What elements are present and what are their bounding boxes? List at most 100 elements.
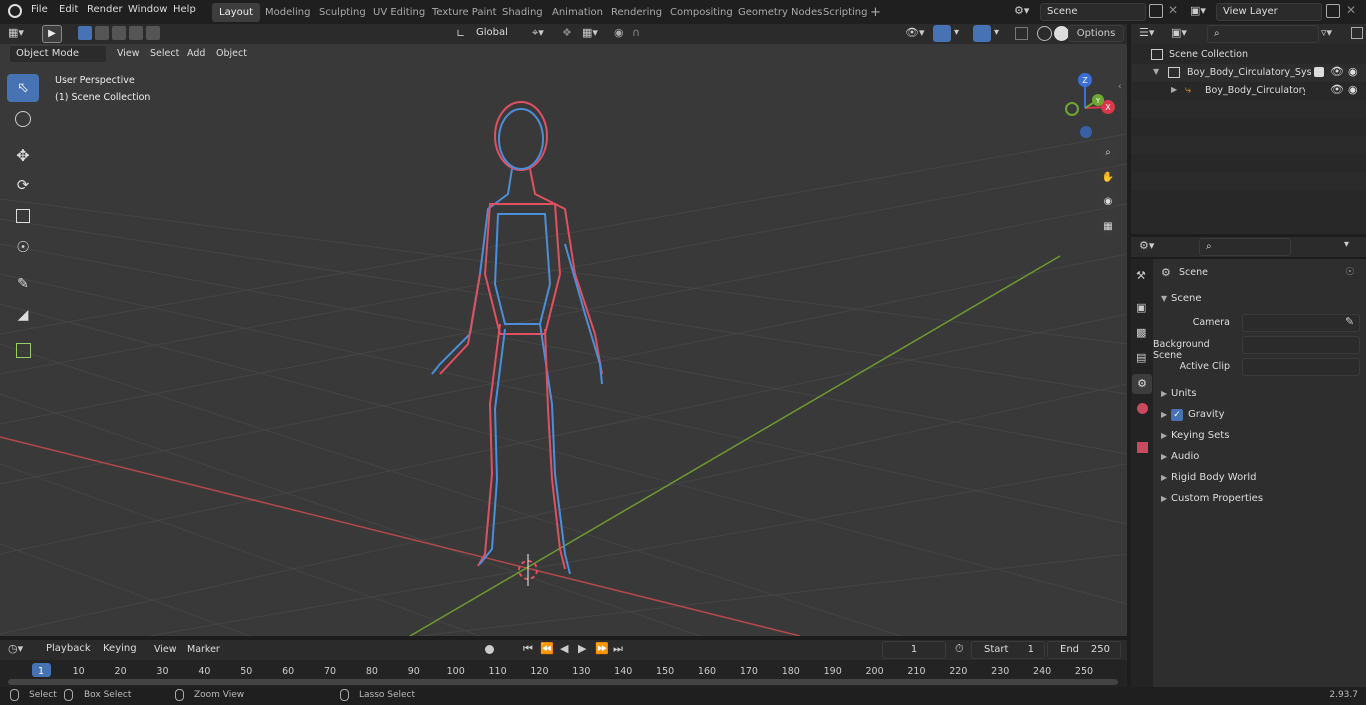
expand-right-icon[interactable]: ▶ [1171, 85, 1177, 94]
select-box-tool[interactable]: ⬁ [7, 74, 39, 102]
overlays-dropdown-icon[interactable]: ▾ [994, 27, 999, 38]
menu-marker[interactable]: Marker [187, 644, 220, 655]
active-clip-field[interactable] [1242, 358, 1360, 376]
scene-tab-icon[interactable]: ⚙ [1132, 374, 1152, 394]
menu-help[interactable]: Help [173, 4, 196, 15]
scene-section-header[interactable]: ▼ Scene [1153, 289, 1366, 309]
record-icon[interactable] [485, 645, 494, 654]
scene-name-field[interactable]: Scene [1040, 3, 1146, 21]
options-button[interactable]: Options [1068, 25, 1124, 42]
zoom-icon[interactable]: ⌕ [1097, 141, 1119, 163]
tab-layout[interactable]: Layout [212, 3, 260, 22]
menu-keying[interactable]: Keying [97, 641, 147, 659]
pin-icon[interactable]: ☉ [1345, 265, 1355, 278]
new-scene-icon[interactable] [1149, 4, 1163, 18]
background-scene-field[interactable] [1242, 336, 1360, 354]
texture-tab-icon[interactable] [1137, 442, 1148, 453]
tab-geometry-nodes[interactable]: Geometry Nodes [731, 3, 829, 22]
expand-down-icon[interactable]: ▼ [1153, 67, 1159, 76]
new-view-layer-icon[interactable] [1326, 4, 1340, 18]
outliner-row-scene-collection[interactable]: Scene Collection [1131, 46, 1366, 64]
eye-icon[interactable]: 👁 [1330, 83, 1344, 96]
properties-options-icon[interactable]: ▾ [1344, 239, 1349, 250]
measure-tool[interactable]: ◢ [7, 301, 39, 329]
panel-rigid-body-world[interactable]: ▶ Rigid Body World [1155, 468, 1364, 488]
properties-editor-icon[interactable]: ⚙▾ [1139, 239, 1154, 252]
camera-render-icon[interactable]: ◉ [1348, 65, 1358, 78]
view-layer-icon[interactable]: ▣▾ [1190, 4, 1214, 20]
pivot-point-icon[interactable]: ⌖▾ [532, 26, 544, 40]
ortho-grid-icon[interactable]: ▦ [1097, 215, 1119, 237]
tab-uv-editing[interactable]: UV Editing [366, 3, 432, 22]
annotate-tool[interactable]: ✎ [7, 270, 39, 298]
proportional-falloff-icon[interactable]: ∩ [632, 26, 640, 39]
exclude-checkbox[interactable] [1314, 67, 1324, 77]
menu-select[interactable]: Select [150, 48, 179, 59]
camera-view-icon[interactable]: ◉ [1097, 190, 1119, 212]
jump-end-icon[interactable]: ⏭ [613, 642, 623, 656]
tab-rendering[interactable]: Rendering [604, 3, 669, 22]
tool-settings-tab-icon[interactable]: ⚒ [1136, 269, 1146, 282]
current-frame-field[interactable]: 1 [882, 641, 946, 659]
gravity-checkbox[interactable]: ✓ [1171, 409, 1183, 421]
pan-hand-icon[interactable]: ✋ [1097, 166, 1119, 188]
menu-view[interactable]: View [117, 48, 140, 59]
camera-render-icon[interactable]: ◉ [1348, 83, 1358, 96]
menu-edit[interactable]: Edit [59, 4, 78, 15]
outliner-row-object[interactable]: ▶ ⤷ Boy_Body_Circulatory_System 👁 ◉ [1131, 82, 1366, 100]
view-layer-tab-icon[interactable]: ▤ [1136, 351, 1146, 364]
editor-type-icon[interactable]: ▦▾ [8, 26, 36, 42]
show-gizmo-icon[interactable]: 👁▾ [905, 26, 925, 39]
transform-orientation-icon[interactable]: ∟ [456, 27, 465, 40]
menu-add[interactable]: Add [187, 48, 205, 59]
move-tool[interactable]: ✥ [7, 141, 39, 169]
panel-audio[interactable]: ▶ Audio [1155, 447, 1364, 467]
select-intersect-icon[interactable] [146, 26, 160, 40]
tab-compositing[interactable]: Compositing [663, 3, 740, 22]
filter-icon[interactable]: ▿▾ [1321, 26, 1332, 39]
camera-field[interactable] [1242, 314, 1360, 332]
navigation-gizmo[interactable]: Z X Y [1050, 70, 1120, 140]
menu-render[interactable]: Render [87, 4, 123, 15]
select-box-new-icon[interactable] [78, 26, 92, 40]
snap-icon[interactable]: ❖ [562, 26, 572, 39]
cursor-tool[interactable] [7, 105, 39, 133]
transform-orientation-select[interactable]: Global [470, 25, 524, 43]
sidebar-toggle-icon[interactable]: ‹ [1118, 82, 1122, 92]
world-tab-icon[interactable] [1137, 403, 1148, 414]
jump-start-icon[interactable]: ⏮ [523, 642, 533, 656]
menu-timeline-view[interactable]: View [154, 644, 177, 655]
panel-keying-sets[interactable]: ▶ Keying Sets [1155, 426, 1364, 446]
scale-tool[interactable] [7, 202, 39, 230]
tab-sculpting[interactable]: Sculpting [312, 3, 373, 22]
menu-playback[interactable]: Playback [40, 641, 96, 659]
delete-scene-icon[interactable]: ✕ [1168, 3, 1178, 17]
blender-logo-icon[interactable] [8, 4, 22, 18]
snap-target-icon[interactable]: ▦▾ [582, 26, 598, 39]
add-workspace-button[interactable]: + [866, 3, 885, 22]
menu-object[interactable]: Object [216, 48, 247, 59]
gizmo-dropdown-icon[interactable]: ▾ [954, 27, 959, 38]
display-mode-icon[interactable]: ▣▾ [1171, 26, 1187, 39]
panel-units[interactable]: ▶ Units [1155, 384, 1364, 404]
end-frame-field[interactable]: End 250 [1047, 641, 1121, 659]
eye-icon[interactable]: 👁 [1330, 65, 1344, 78]
select-subtract-icon[interactable] [112, 26, 126, 40]
select-invert-icon[interactable] [129, 26, 143, 40]
tab-animation[interactable]: Animation [545, 3, 610, 22]
properties-search-input[interactable]: ⌕ [1199, 238, 1291, 256]
play-reverse-icon[interactable]: ◀ [560, 642, 568, 655]
add-cube-tool[interactable] [7, 336, 39, 364]
tab-modeling[interactable]: Modeling [258, 3, 318, 22]
timeline-editor-icon[interactable]: ◷▾ [8, 642, 23, 655]
tab-texture-paint[interactable]: Texture Paint [425, 3, 504, 22]
stopwatch-icon[interactable]: ⏱ [955, 642, 964, 656]
jump-keyframe-back-icon[interactable]: ⏪ [540, 642, 554, 655]
proportional-edit-icon[interactable]: ◉ [614, 26, 624, 39]
xray-icon[interactable] [1015, 27, 1028, 40]
timeline-scrollbar[interactable] [8, 679, 1118, 685]
outliner-editor-icon[interactable]: ☰▾ [1139, 26, 1154, 39]
3d-viewport[interactable]: User Perspective (1) Scene Collection ⬁ … [0, 44, 1127, 636]
outliner-search-input[interactable]: ⌕ [1207, 25, 1319, 43]
menu-file[interactable]: File [31, 4, 48, 15]
